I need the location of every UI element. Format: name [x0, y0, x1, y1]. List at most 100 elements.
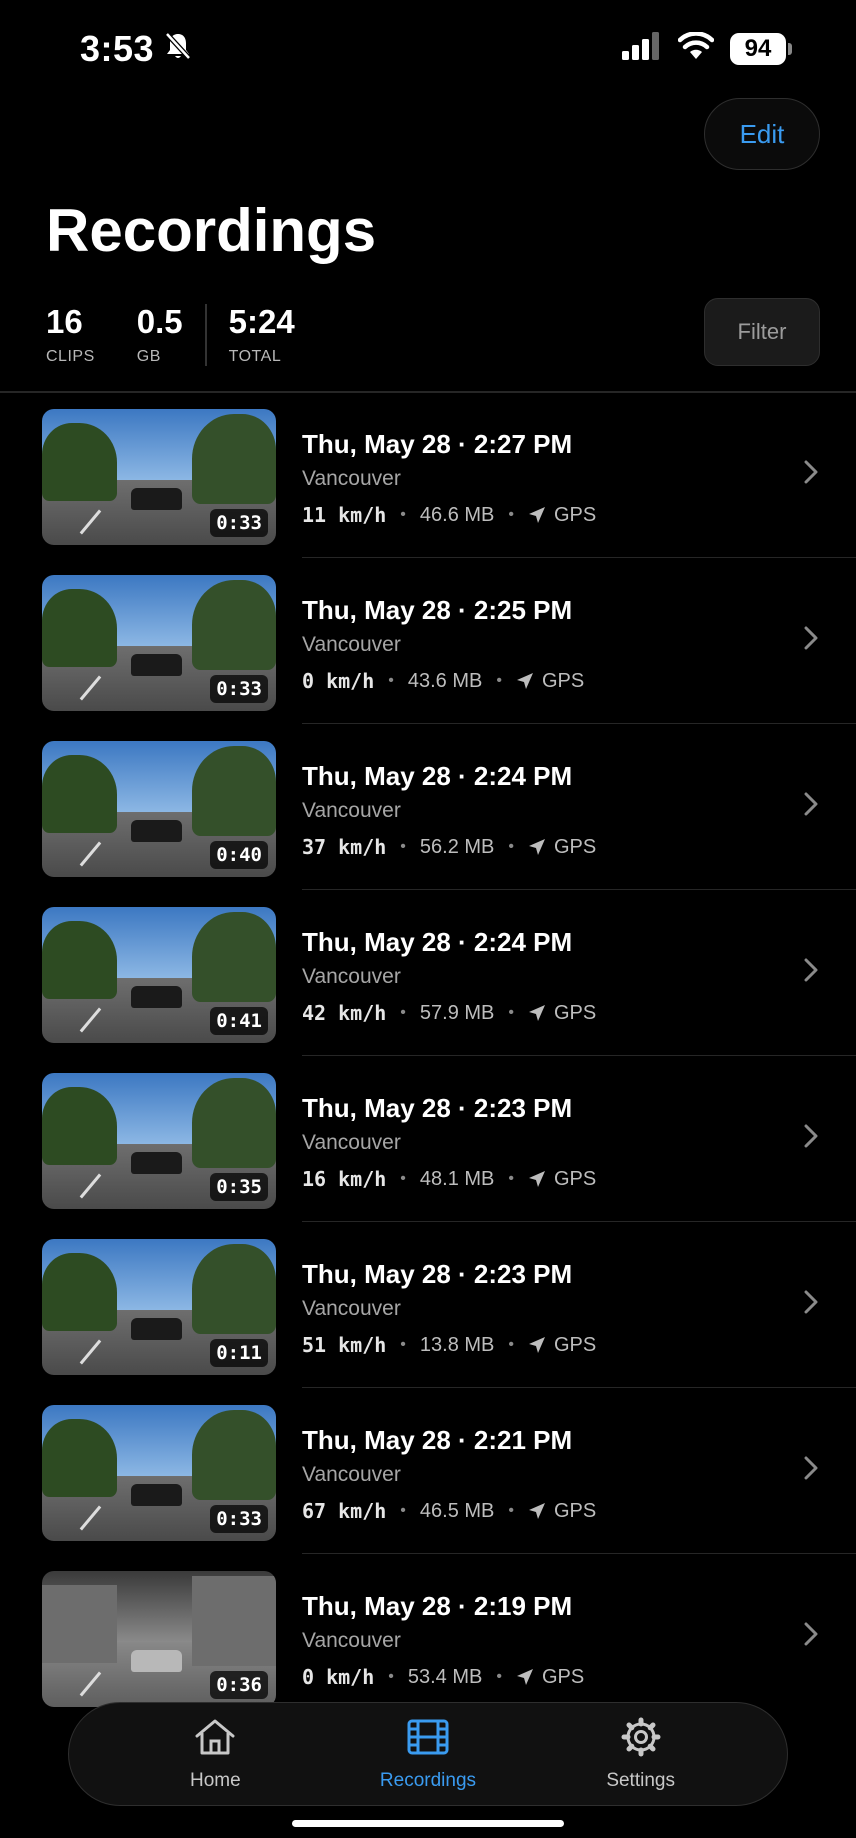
duration-badge: 0:41: [210, 1007, 268, 1035]
recording-size: 53.4 MB: [407, 1665, 483, 1688]
recording-info: Thu, May 28 · 2:23 PM Vancouver 16 km/h …: [302, 1092, 596, 1191]
wifi-icon: [677, 31, 715, 65]
chevron-right-icon: [804, 792, 818, 821]
tab-home-label: Home: [189, 1769, 241, 1791]
recording-info: Thu, May 28 · 2:25 PM Vancouver 0 km/h •…: [302, 594, 584, 693]
location-arrow-icon: [528, 1004, 546, 1022]
separator-dot: •: [400, 838, 406, 855]
recording-row[interactable]: 0:33 Thu, May 28 · 2:21 PM Vancouver 67 …: [0, 1388, 856, 1554]
separator-dot: •: [400, 1502, 406, 1519]
recording-row[interactable]: 0:40 Thu, May 28 · 2:24 PM Vancouver 37 …: [0, 724, 856, 890]
recording-meta: 0 km/h • 53.4 MB • GPS: [302, 1665, 584, 1689]
duration-badge: 0:36: [210, 1671, 268, 1699]
recording-thumbnail: 0:40: [42, 741, 276, 877]
recording-speed: 11 km/h: [302, 503, 387, 527]
recording-title: Thu, May 28 · 2:24 PM: [302, 927, 573, 957]
recording-row[interactable]: 0:41 Thu, May 28 · 2:24 PM Vancouver 42 …: [0, 890, 856, 1056]
recording-thumbnail: 0:33: [42, 1405, 276, 1541]
tab-settings-label: Settings: [606, 1769, 675, 1791]
recordings-list: 0:33 Thu, May 28 · 2:27 PM Vancouver 11 …: [0, 392, 856, 1720]
gear-icon: [619, 1717, 663, 1762]
recording-meta: 67 km/h • 46.5 MB • GPS: [302, 1499, 596, 1523]
home-indicator[interactable]: [292, 1820, 564, 1827]
separator-dot: •: [508, 506, 514, 523]
recording-location: Vancouver: [302, 633, 401, 656]
recording-info: Thu, May 28 · 2:23 PM Vancouver 51 km/h …: [302, 1258, 596, 1357]
recording-location: Vancouver: [302, 1463, 401, 1486]
recording-info: Thu, May 28 · 2:27 PM Vancouver 11 km/h …: [302, 428, 596, 527]
location-arrow-icon: [528, 1502, 546, 1520]
recording-thumbnail: 0:33: [42, 409, 276, 545]
recording-info: Thu, May 28 · 2:19 PM Vancouver 0 km/h •…: [302, 1590, 584, 1689]
stat-total: 5:24 TOTAL: [229, 302, 295, 366]
duration-badge: 0:11: [210, 1339, 268, 1367]
recording-size: 13.8 MB: [419, 1333, 495, 1356]
location-arrow-icon: [528, 838, 546, 856]
recording-location: Vancouver: [302, 467, 401, 490]
tab-bar: Home Recordings Settings: [68, 1702, 788, 1806]
recording-row[interactable]: 0:11 Thu, May 28 · 2:23 PM Vancouver 51 …: [0, 1222, 856, 1388]
stat-storage-label: GB: [136, 348, 161, 365]
filter-button[interactable]: Filter: [704, 298, 820, 366]
stats-divider: [204, 304, 207, 366]
recording-row[interactable]: 0:35 Thu, May 28 · 2:23 PM Vancouver 16 …: [0, 1056, 856, 1222]
recording-location: Vancouver: [302, 799, 401, 822]
separator-dot: •: [508, 1502, 514, 1519]
recording-size: 46.5 MB: [419, 1499, 495, 1522]
bell-slash-icon: [164, 28, 192, 70]
page-title: Recordings: [46, 197, 377, 264]
recording-row[interactable]: 0:33 Thu, May 28 · 2:25 PM Vancouver 0 k…: [0, 558, 856, 724]
tab-recordings[interactable]: Recordings: [353, 1717, 503, 1792]
recording-title: Thu, May 28 · 2:19 PM: [302, 1591, 573, 1621]
stat-clips-value: 16: [46, 303, 83, 340]
recording-thumbnail: 0:11: [42, 1239, 276, 1375]
location-arrow-icon: [528, 506, 546, 524]
film-icon: [406, 1717, 450, 1762]
recording-location: Vancouver: [302, 1629, 401, 1652]
recording-size: 48.1 MB: [419, 1167, 495, 1190]
separator-dot: •: [400, 1170, 406, 1187]
separator-dot: •: [496, 672, 502, 689]
location-arrow-icon: [528, 1170, 546, 1188]
gps-label: GPS: [554, 1333, 597, 1356]
recording-info: Thu, May 28 · 2:24 PM Vancouver 42 km/h …: [302, 926, 596, 1025]
recording-size: 57.9 MB: [419, 1001, 495, 1024]
signal-icon: [622, 32, 662, 65]
duration-badge: 0:35: [210, 1173, 268, 1201]
stat-storage: 0.5 GB: [137, 302, 183, 366]
chevron-right-icon: [804, 1124, 818, 1153]
separator-dot: •: [508, 1336, 514, 1353]
recording-row[interactable]: 0:33 Thu, May 28 · 2:27 PM Vancouver 11 …: [0, 392, 856, 558]
recording-row[interactable]: 0:36 Thu, May 28 · 2:19 PM Vancouver 0 k…: [0, 1554, 856, 1720]
recording-meta: 51 km/h • 13.8 MB • GPS: [302, 1333, 596, 1357]
recording-speed: 67 km/h: [302, 1499, 387, 1523]
status-time: 3:53: [80, 28, 192, 70]
chevron-right-icon: [804, 1622, 818, 1651]
recording-location: Vancouver: [302, 1131, 401, 1154]
edit-button[interactable]: Edit: [704, 98, 820, 170]
recording-speed: 16 km/h: [302, 1167, 387, 1191]
recording-size: 46.6 MB: [419, 503, 495, 526]
recording-size: 43.6 MB: [407, 669, 483, 692]
duration-badge: 0:33: [210, 509, 268, 537]
gps-label: GPS: [554, 1167, 597, 1190]
stat-clips: 16 CLIPS: [46, 302, 95, 366]
battery-icon: 94: [730, 32, 792, 65]
recording-title: Thu, May 28 · 2:23 PM: [302, 1093, 573, 1123]
tab-settings[interactable]: Settings: [566, 1717, 716, 1792]
chevron-right-icon: [804, 1456, 818, 1485]
recording-meta: 42 km/h • 57.9 MB • GPS: [302, 1001, 596, 1025]
recording-speed: 51 km/h: [302, 1333, 387, 1357]
recording-title: Thu, May 28 · 2:23 PM: [302, 1259, 573, 1289]
recording-title: Thu, May 28 · 2:24 PM: [302, 761, 573, 791]
chevron-right-icon: [804, 958, 818, 987]
recording-info: Thu, May 28 · 2:21 PM Vancouver 67 km/h …: [302, 1424, 596, 1523]
gps-label: GPS: [554, 1001, 597, 1024]
tab-home[interactable]: Home: [140, 1717, 290, 1792]
separator-dot: •: [388, 1668, 394, 1685]
duration-badge: 0:40: [210, 841, 268, 869]
recording-thumbnail: 0:36: [42, 1571, 276, 1707]
recording-speed: 0 km/h: [302, 1665, 375, 1689]
recording-speed: 0 km/h: [302, 669, 375, 693]
gps-label: GPS: [554, 1499, 597, 1522]
